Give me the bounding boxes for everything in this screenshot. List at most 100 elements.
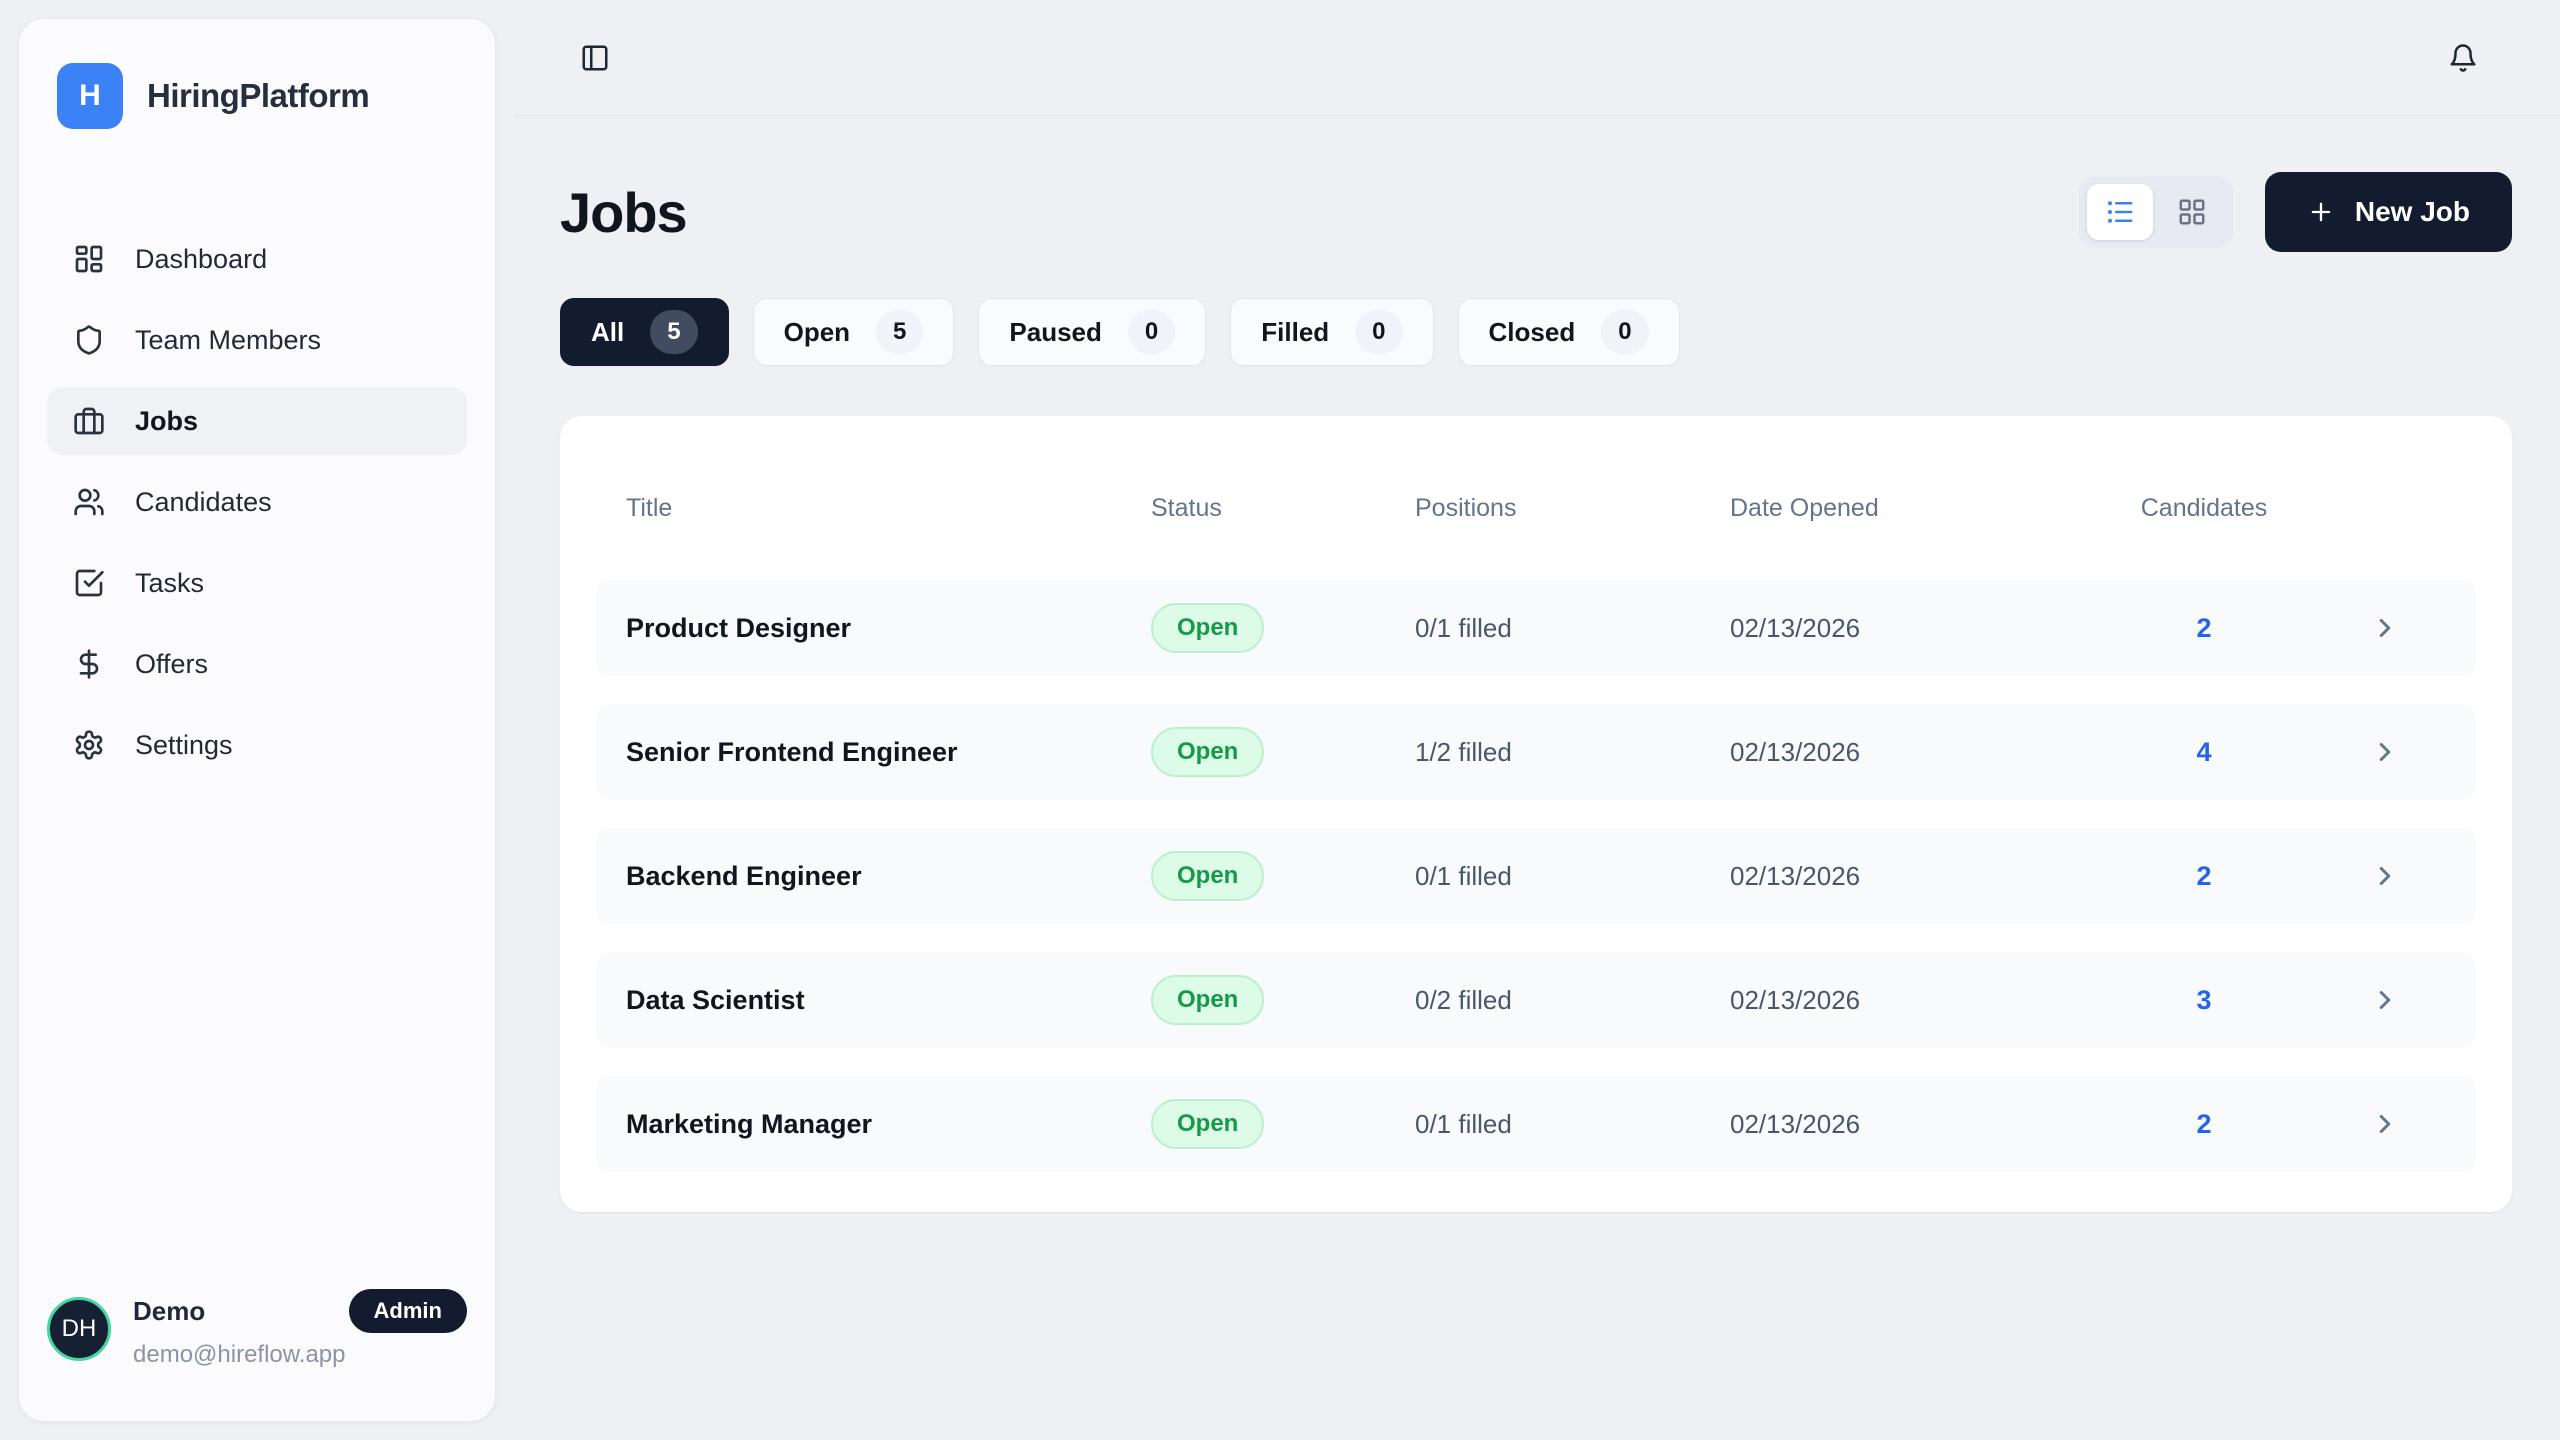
filter-count-badge: 0 <box>1355 310 1402 354</box>
topbar <box>514 0 2560 116</box>
row-open-button[interactable] <box>2324 737 2446 767</box>
users-icon <box>73 486 105 518</box>
table-row[interactable]: Data ScientistOpen0/2 filled02/13/20263 <box>596 952 2476 1048</box>
date-opened-cell: 02/13/2026 <box>1730 1109 2084 1140</box>
sidebar-item-label: Dashboard <box>135 244 267 275</box>
brand-name: HiringPlatform <box>147 77 369 115</box>
table-row[interactable]: Backend EngineerOpen0/1 filled02/13/2026… <box>596 828 2476 924</box>
table-row[interactable]: Marketing ManagerOpen 0/1 filled02/13/202… <box>596 1076 2476 1172</box>
filter-label: Paused <box>1009 317 1102 348</box>
job-title: Marketing Manager <box>626 1109 1151 1140</box>
status-badge: Open <box>1151 727 1264 777</box>
gear-icon <box>73 729 105 761</box>
positions-cell: 0/1 filled <box>1415 1109 1730 1140</box>
filter-tab-all[interactable]: All 5 <box>560 298 729 366</box>
row-open-button[interactable] <box>2324 985 2446 1015</box>
shield-icon <box>73 324 105 356</box>
date-opened-cell: 02/13/2026 <box>1730 737 2084 768</box>
column-header-date-opened: Date Opened <box>1730 494 2084 523</box>
brand: H HiringPlatform <box>47 63 467 129</box>
row-open-button[interactable] <box>2324 613 2446 643</box>
table-header-row: Title Status Positions Date Opened Candi… <box>596 452 2476 564</box>
filter-tab-open[interactable]: Open 5 <box>753 298 955 366</box>
user-email: demo@hireflow.app <box>133 1341 467 1369</box>
column-header-candidates: Candidates <box>2084 494 2324 523</box>
column-header-title: Title <box>626 494 1151 523</box>
plus-icon <box>2307 198 2335 226</box>
sidebar-item-candidates[interactable]: Candidates <box>47 468 467 536</box>
date-opened-cell: 02/13/2026 <box>1730 861 2084 892</box>
page-title: Jobs <box>560 180 687 245</box>
sidebar-item-label: Settings <box>135 730 233 761</box>
sidebar-toggle-button[interactable] <box>574 37 616 79</box>
positions-cell: 0/1 filled <box>1415 861 1730 892</box>
date-opened-cell: 02/13/2026 <box>1730 613 2084 644</box>
jobs-table-card: Title Status Positions Date Opened Candi… <box>560 416 2512 1212</box>
list-view-icon <box>2105 197 2135 227</box>
filter-label: All <box>591 317 624 348</box>
chevron-right-icon <box>2370 1109 2400 1139</box>
panel-left-icon <box>580 43 610 73</box>
job-title: Product Designer <box>626 613 1151 644</box>
sidebar-item-settings[interactable]: Settings <box>47 711 467 779</box>
status-filters: All5Open5Paused0Filled0Closed0 <box>560 298 2512 366</box>
sidebar-item-label: Tasks <box>135 568 204 599</box>
candidates-count-link[interactable]: 3 <box>2084 985 2324 1016</box>
avatar: DH <box>47 1297 111 1361</box>
view-toggle <box>2079 176 2233 248</box>
sidebar-item-offers[interactable]: Offers <box>47 630 467 698</box>
row-open-button[interactable] <box>2324 861 2446 891</box>
role-badge: Admin <box>349 1289 467 1333</box>
sidebar-item-team-members[interactable]: Team Members <box>47 306 467 374</box>
positions-cell: 1/2 filled <box>1415 737 1730 768</box>
positions-cell: 0/1 filled <box>1415 613 1730 644</box>
main-content: Jobs New Job <box>514 116 2560 1440</box>
sidebar-item-label: Jobs <box>135 406 198 437</box>
column-header-status: Status <box>1151 494 1415 523</box>
notifications-button[interactable] <box>2442 37 2484 79</box>
job-title: Senior Frontend Engineer <box>626 737 1151 768</box>
filter-count-badge: 5 <box>876 310 923 354</box>
table-row[interactable]: Product DesignerOpen 0/1 filled02/13/2026… <box>596 580 2476 676</box>
sidebar-item-label: Offers <box>135 649 208 680</box>
candidates-count-link[interactable]: 2 <box>2084 613 2324 644</box>
sidebar-item-jobs[interactable]: Jobs <box>47 387 467 455</box>
filter-tab-filled[interactable]: Filled0 <box>1230 298 1433 366</box>
candidates-count-link[interactable]: 2 <box>2084 1109 2324 1140</box>
chevron-right-icon <box>2370 737 2400 767</box>
table-row[interactable]: Senior Frontend EngineerOpen 1/2 filled02… <box>596 704 2476 800</box>
new-job-button[interactable]: New Job <box>2265 172 2512 252</box>
sidebar-user: DH Demo Admin demo@hireflow.app <box>47 1289 467 1369</box>
filter-tab-paused[interactable]: Paused 0 <box>978 298 1206 366</box>
chevron-right-icon <box>2370 861 2400 891</box>
filter-count-badge: 0 <box>1601 310 1648 354</box>
grid-view-icon <box>2177 197 2207 227</box>
briefcase-icon <box>73 405 105 437</box>
candidates-count-link[interactable]: 2 <box>2084 861 2324 892</box>
table-body: Product DesignerOpen0/1 filled02/13/2026… <box>596 580 2476 1172</box>
candidates-count-link[interactable]: 4 <box>2084 737 2324 768</box>
sidebar-item-tasks[interactable]: Tasks <box>47 549 467 617</box>
filter-tab-closed[interactable]: Closed0 <box>1458 298 1680 366</box>
sidebar-nav: Dashboard Team Members Jobs Candidates Tasks… <box>47 225 467 779</box>
sidebar-item-dashboard[interactable]: Dashboard <box>47 225 467 293</box>
user-name: Demo <box>133 1296 205 1327</box>
new-job-label: New Job <box>2355 196 2470 228</box>
filter-count-badge: 0 <box>1128 310 1175 354</box>
bell-icon <box>2448 43 2478 73</box>
list-view-button[interactable] <box>2087 184 2153 240</box>
status-badge: Open <box>1151 1099 1264 1149</box>
sidebar: H HiringPlatform Dashboard Team Members Jo… <box>18 18 496 1422</box>
column-header-positions: Positions <box>1415 494 1730 523</box>
dollar-icon <box>73 648 105 680</box>
positions-cell: 0/2 filled <box>1415 985 1730 1016</box>
filter-count-badge: 5 <box>650 310 697 354</box>
sidebar-item-label: Candidates <box>135 487 272 518</box>
status-badge: Open <box>1151 603 1264 653</box>
row-open-button[interactable] <box>2324 1109 2446 1139</box>
grid-view-button[interactable] <box>2159 184 2225 240</box>
chevron-right-icon <box>2370 613 2400 643</box>
filter-label: Open <box>784 317 850 348</box>
sidebar-item-label: Team Members <box>135 325 321 356</box>
check-square-icon <box>73 567 105 599</box>
